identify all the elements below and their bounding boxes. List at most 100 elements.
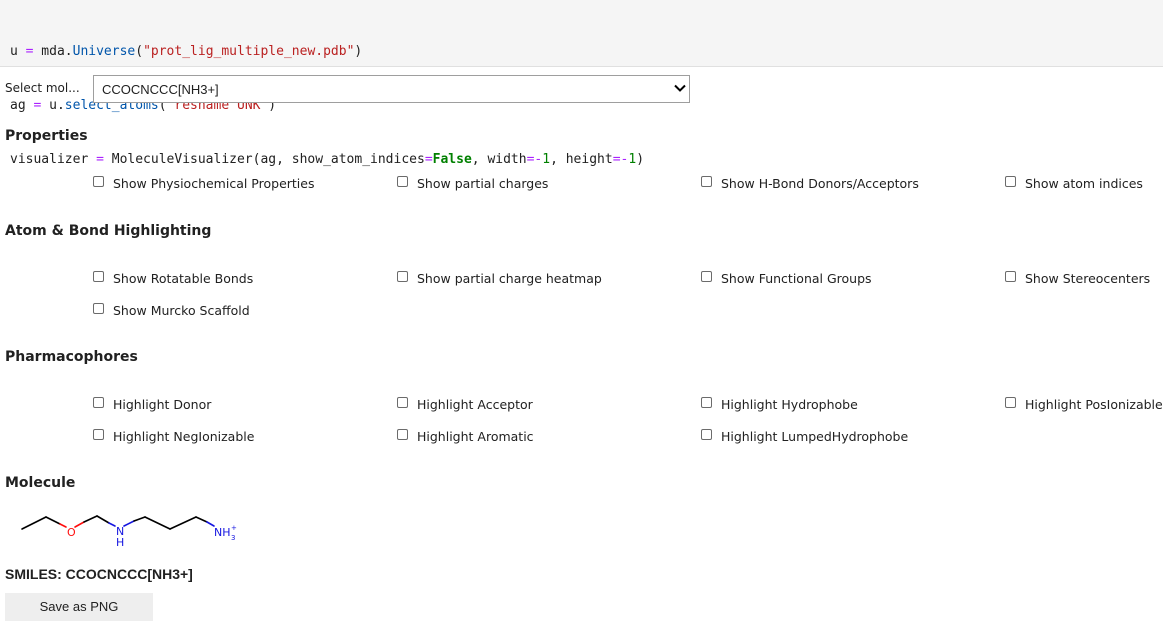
checkbox-box[interactable] <box>93 270 104 282</box>
molecule-select-value: CCOCNCCC[NH3+] <box>102 82 219 97</box>
checkbox-label: Show atom indices <box>1025 175 1143 191</box>
code-token: visualizer <box>10 152 97 167</box>
code-token: MoleculeVisualizer(ag, show_atom_indices <box>103 152 425 167</box>
ammonium-atom-label: NH <box>214 526 231 539</box>
molecule-select-label: Select mol... <box>5 81 80 95</box>
checkbox-label: Highlight LumpedHydrophobe <box>721 428 909 444</box>
checkbox-box[interactable] <box>93 302 104 314</box>
molecule-structure-image: O N H NH 3 + <box>21 515 237 549</box>
code-token: "prot_lig_multiple_new.pdb" <box>143 44 355 59</box>
bond <box>96 515 110 524</box>
checkbox-negionizable[interactable]: Highlight NegIonizable <box>93 427 254 445</box>
code-token: ) <box>354 44 363 59</box>
checkbox-lumped-hydrophobe[interactable]: Highlight LumpedHydrophobe <box>701 427 908 445</box>
code-token: Universe <box>72 44 136 59</box>
section-title-molecule: Molecule <box>5 475 76 491</box>
checkbox-donor[interactable]: Highlight Donor <box>93 395 211 413</box>
checkbox-rotatable-bonds[interactable]: Show Rotatable Bonds <box>93 269 253 287</box>
checkbox-label: Highlight Hydrophobe <box>721 396 858 412</box>
ammonium-charge: + <box>231 524 237 532</box>
checkbox-box[interactable] <box>93 175 104 187</box>
checkbox-box[interactable] <box>701 396 712 408</box>
code-token: = <box>96 152 104 167</box>
section-title-highlighting: Atom & Bond Highlighting <box>5 223 212 239</box>
code-line-3: visualizer = MoleculeVisualizer(ag, show… <box>10 151 1163 169</box>
code-token: mda. <box>33 44 73 59</box>
code-token: =- <box>526 152 543 167</box>
checkbox-label: Show Functional Groups <box>721 270 872 286</box>
bond <box>195 516 208 523</box>
ammonium-subscript: 3 <box>231 534 235 542</box>
bond <box>123 520 135 527</box>
code-cell[interactable]: u = mda.Universe("prot_lig_multiple_new.… <box>0 0 1163 167</box>
checkbox-box[interactable] <box>701 270 712 282</box>
save-png-button[interactable]: Save as PNG <box>5 593 153 621</box>
checkbox-box[interactable] <box>397 175 408 187</box>
oxygen-atom-label: O <box>67 526 76 539</box>
checkbox-box[interactable] <box>1005 175 1016 187</box>
checkbox-label: Show H-Bond Donors/Acceptors <box>721 175 919 191</box>
smiles-text: SMILES: CCOCNCCC[NH3+] <box>5 566 193 582</box>
checkbox-box[interactable] <box>1005 270 1016 282</box>
checkbox-posionizable[interactable]: Highlight PosIonizable <box>1005 395 1163 413</box>
bond <box>133 516 146 522</box>
checkbox-label: Show Stereocenters <box>1025 270 1151 286</box>
section-title-pharmacophores: Pharmacophores <box>5 349 138 365</box>
checkbox-box[interactable] <box>1005 396 1016 408</box>
code-token: , width <box>471 152 527 167</box>
checkbox-box[interactable] <box>701 428 712 440</box>
code-token: ag <box>10 98 34 113</box>
checkbox-box[interactable] <box>397 270 408 282</box>
code-token: , height <box>550 152 613 167</box>
chevron-down-icon <box>674 84 686 92</box>
checkbox-aromatic[interactable]: Highlight Aromatic <box>397 427 534 445</box>
code-token: u <box>10 44 26 59</box>
checkbox-box[interactable] <box>701 175 712 187</box>
bond <box>59 523 67 528</box>
checkbox-label: Highlight PosIonizable <box>1025 396 1163 412</box>
checkbox-box[interactable] <box>93 396 104 408</box>
code-token: ) <box>636 152 645 167</box>
checkbox-label: Show Rotatable Bonds <box>113 270 254 286</box>
hydrogen-atom-label: H <box>116 536 124 549</box>
checkbox-atom-indices[interactable]: Show atom indices <box>1005 174 1143 192</box>
checkbox-label: Show Murcko Scaffold <box>113 302 250 318</box>
bond <box>169 516 197 530</box>
code-token: 1 <box>628 152 637 167</box>
bond <box>45 516 61 525</box>
checkbox-functional-groups[interactable]: Show Functional Groups <box>701 269 872 287</box>
checkbox-label: Highlight Donor <box>113 396 212 412</box>
bond <box>144 516 171 530</box>
code-token: =- <box>612 152 629 167</box>
bond <box>206 521 215 527</box>
checkbox-label: Highlight NegIonizable <box>113 428 255 444</box>
code-token: ( <box>135 44 144 59</box>
code-token: 1 <box>542 152 551 167</box>
checkbox-label: Show partial charges <box>417 175 549 191</box>
code-token: False <box>432 152 472 167</box>
checkbox-label: Highlight Acceptor <box>417 396 533 412</box>
checkbox-label: Show Physiochemical Properties <box>113 175 315 191</box>
checkbox-partial-charges[interactable]: Show partial charges <box>397 174 548 192</box>
code-line-1: u = mda.Universe("prot_lig_multiple_new.… <box>10 43 1163 61</box>
checkbox-label: Show partial charge heatmap <box>417 270 602 286</box>
checkbox-physiochemical[interactable]: Show Physiochemical Properties <box>93 174 314 192</box>
code-token: = <box>424 152 433 167</box>
bond <box>21 516 47 530</box>
bond <box>108 522 116 527</box>
bond <box>83 515 98 523</box>
checkbox-acceptor[interactable]: Highlight Acceptor <box>397 395 533 413</box>
checkbox-box[interactable] <box>397 396 408 408</box>
checkbox-label: Highlight Aromatic <box>417 428 534 444</box>
checkbox-stereocenters[interactable]: Show Stereocenters <box>1005 269 1150 287</box>
code-token: u. <box>41 98 65 113</box>
bond <box>74 521 85 528</box>
molecule-select[interactable]: CCOCNCCC[NH3+] <box>93 75 690 103</box>
checkbox-hbond[interactable]: Show H-Bond Donors/Acceptors <box>701 174 919 192</box>
checkbox-murcko-scaffold[interactable]: Show Murcko Scaffold <box>93 301 250 319</box>
section-title-properties: Properties <box>5 128 88 144</box>
checkbox-box[interactable] <box>93 428 104 440</box>
checkbox-hydrophobe[interactable]: Highlight Hydrophobe <box>701 395 858 413</box>
checkbox-box[interactable] <box>397 428 408 440</box>
checkbox-charge-heatmap[interactable]: Show partial charge heatmap <box>397 269 602 287</box>
